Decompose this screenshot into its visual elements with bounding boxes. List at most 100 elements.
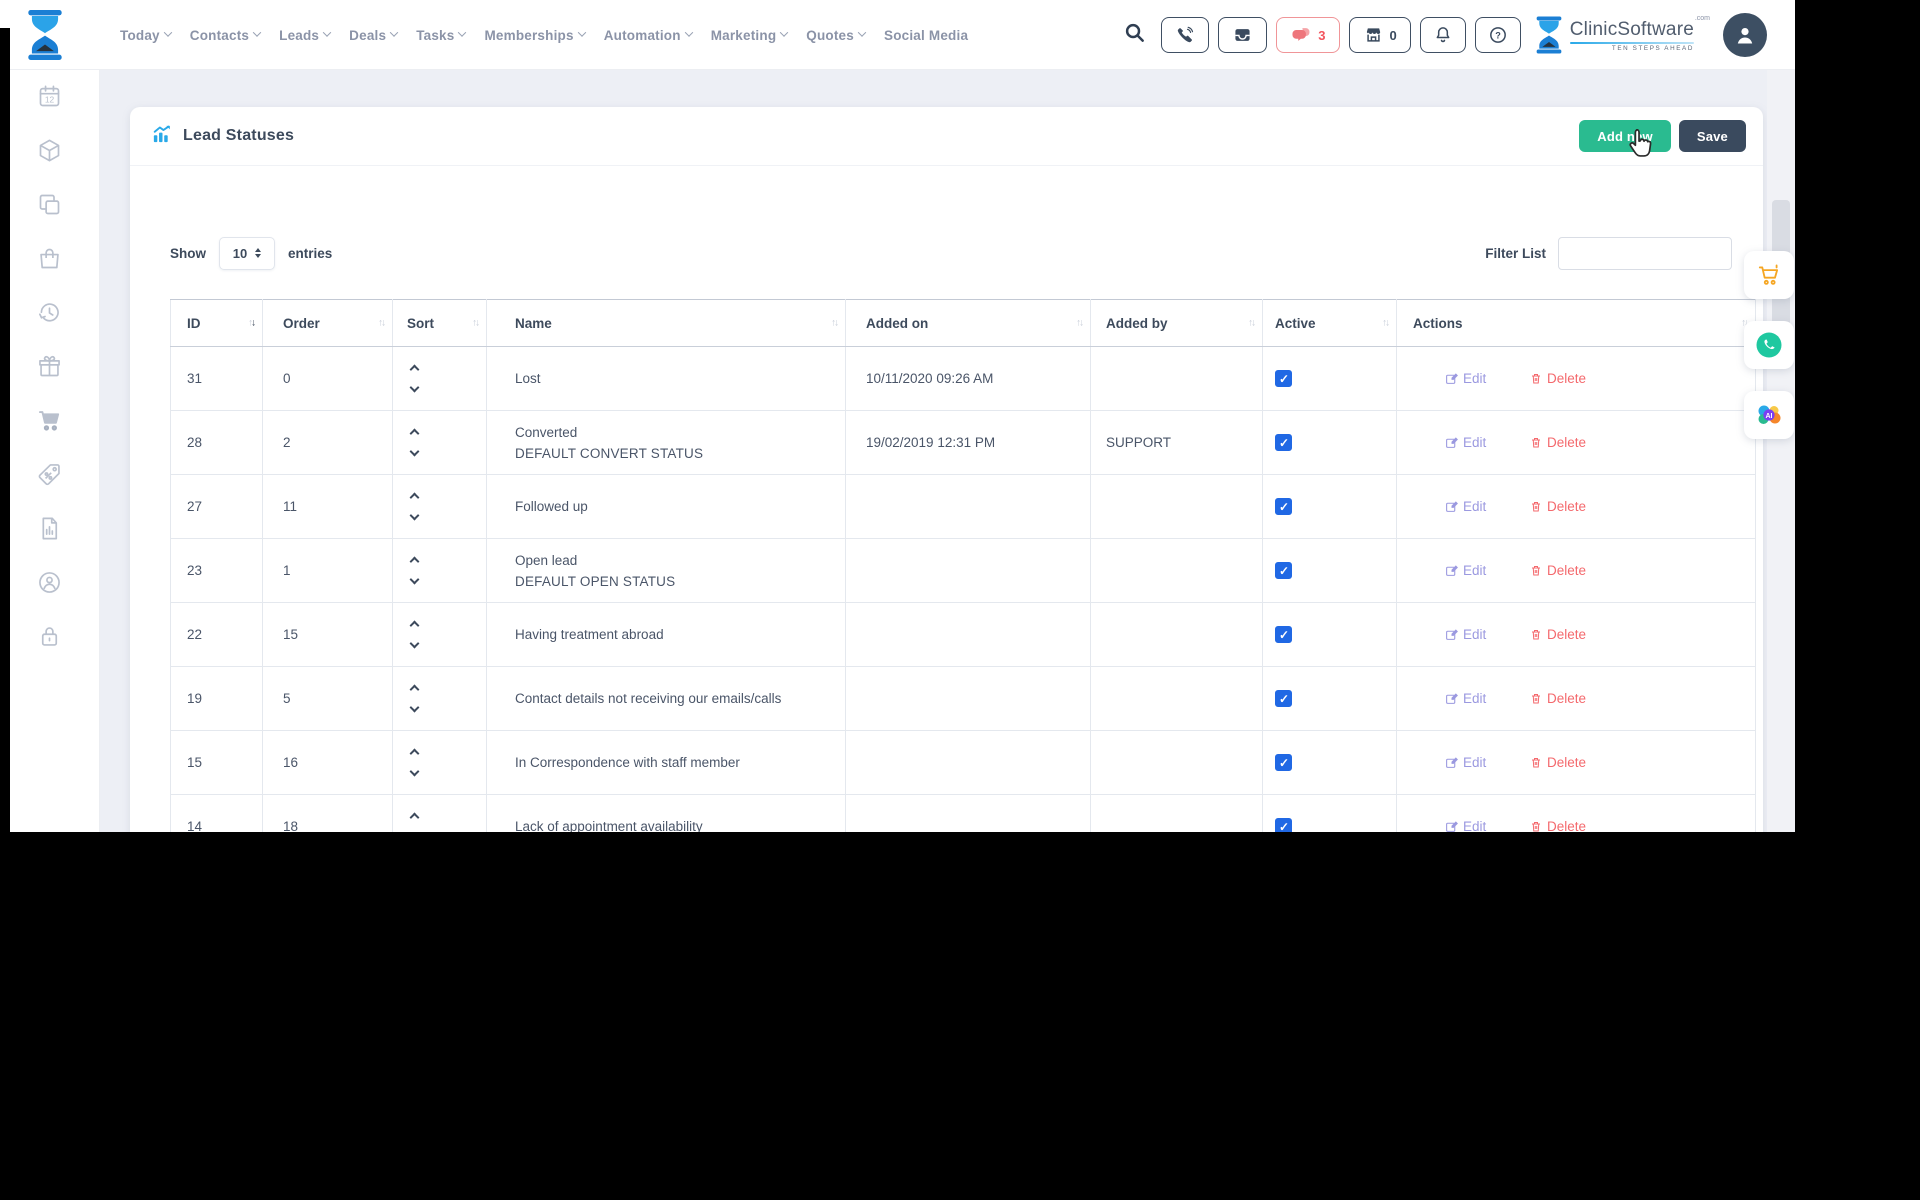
package-icon[interactable] <box>36 137 63 164</box>
search-icon[interactable] <box>1123 21 1146 49</box>
active-checkbox[interactable] <box>1275 434 1292 451</box>
nav-menu-item[interactable]: Deals <box>349 28 397 43</box>
filter-list-input[interactable] <box>1558 237 1732 270</box>
active-checkbox[interactable] <box>1275 626 1292 643</box>
copy-icon[interactable] <box>36 191 63 218</box>
edit-link[interactable]: Edit <box>1445 819 1498 832</box>
move-down-icon[interactable] <box>409 703 419 713</box>
gift-icon[interactable] <box>36 353 63 380</box>
bag-icon[interactable] <box>36 245 63 272</box>
move-down-icon[interactable] <box>409 767 419 777</box>
move-up-icon[interactable] <box>409 813 419 823</box>
user-avatar[interactable] <box>1723 13 1767 57</box>
nav-menu-item[interactable]: Memberships <box>484 28 584 43</box>
cell-sort <box>393 347 487 411</box>
nav-menu-item[interactable]: Tasks <box>416 28 465 43</box>
edit-link[interactable]: Edit <box>1445 755 1498 770</box>
ai-button[interactable]: AI <box>1744 391 1794 439</box>
move-up-icon[interactable] <box>409 749 419 759</box>
move-up-icon[interactable] <box>409 621 419 631</box>
active-checkbox[interactable] <box>1275 690 1292 707</box>
column-header[interactable]: Order ↑↓ <box>263 300 393 347</box>
move-down-icon[interactable] <box>409 831 419 832</box>
table-row: 15 16 In Correspondence with staff membe… <box>171 731 1756 795</box>
active-checkbox[interactable] <box>1275 754 1292 771</box>
edit-link[interactable]: Edit <box>1445 499 1498 514</box>
delete-link[interactable]: Delete <box>1530 755 1586 770</box>
nav-menu-item[interactable]: Contacts <box>190 28 260 43</box>
vertical-scrollbar[interactable] <box>1767 70 1795 832</box>
active-checkbox[interactable] <box>1275 498 1292 515</box>
nav-menu-item[interactable]: Today <box>120 28 171 43</box>
lock-icon[interactable] <box>36 623 63 650</box>
delete-link[interactable]: Delete <box>1530 371 1586 386</box>
edit-link[interactable]: Edit <box>1445 691 1498 706</box>
move-down-icon[interactable] <box>409 447 419 457</box>
active-checkbox[interactable] <box>1275 370 1292 387</box>
move-down-icon[interactable] <box>409 383 419 393</box>
delete-link[interactable]: Delete <box>1530 435 1586 450</box>
move-up-icon[interactable] <box>409 365 419 375</box>
phone-button[interactable] <box>1161 17 1209 53</box>
edit-link[interactable]: Edit <box>1445 563 1498 578</box>
entries-per-page-select[interactable]: 10 <box>219 237 275 270</box>
move-up-icon[interactable] <box>409 557 419 567</box>
status-name: In Correspondence with staff member <box>515 753 845 772</box>
move-down-icon[interactable] <box>409 575 419 585</box>
cell-added-by <box>1091 539 1263 603</box>
notifications-button[interactable] <box>1420 17 1466 53</box>
cell-sort <box>393 795 487 833</box>
edit-link[interactable]: Edit <box>1445 627 1498 642</box>
shop-cart-button[interactable] <box>1744 251 1794 299</box>
active-checkbox[interactable] <box>1275 818 1292 832</box>
messages-button[interactable]: 3 <box>1276 17 1339 53</box>
delete-link[interactable]: Delete <box>1530 627 1586 642</box>
edit-link[interactable]: Edit <box>1445 435 1498 450</box>
whatsapp-button[interactable] <box>1744 321 1794 369</box>
nav-menu-item[interactable]: Social Media <box>884 28 968 43</box>
help-button[interactable]: ? <box>1475 17 1521 53</box>
column-header[interactable]: Sort ↑↓ <box>393 300 487 347</box>
delete-link[interactable]: Delete <box>1530 691 1586 706</box>
move-down-icon[interactable] <box>409 511 419 521</box>
account-icon[interactable] <box>36 569 63 596</box>
brand-underline <box>1570 42 1694 44</box>
column-header[interactable]: Name ↑↓ <box>487 300 846 347</box>
add-new-button[interactable]: Add new <box>1579 120 1671 152</box>
report-icon[interactable] <box>36 515 63 542</box>
cart-icon[interactable] <box>36 407 63 434</box>
inbox-button[interactable] <box>1218 17 1267 53</box>
table-row: 22 15 Having treatment abroad <box>171 603 1756 667</box>
edit-link[interactable]: Edit <box>1445 371 1498 386</box>
svg-text:AI: AI <box>1766 413 1773 420</box>
save-button[interactable]: Save <box>1679 120 1746 152</box>
store-button[interactable]: 0 <box>1349 17 1411 53</box>
nav-menu-item[interactable]: Quotes <box>806 28 865 43</box>
clinicsoftware-logo[interactable]: .com ClinicSoftware TEN STEPS AHEAD <box>1534 16 1710 54</box>
history-icon[interactable] <box>36 299 63 326</box>
column-header[interactable]: Added on ↑↓ <box>846 300 1091 347</box>
active-checkbox[interactable] <box>1275 562 1292 579</box>
column-header[interactable]: Active ↑↓ <box>1263 300 1397 347</box>
move-up-icon[interactable] <box>409 685 419 695</box>
delete-link[interactable]: Delete <box>1530 563 1586 578</box>
column-header[interactable]: ID ↑↓ <box>171 300 263 347</box>
hourglass-logo-icon[interactable] <box>24 10 66 65</box>
column-header[interactable]: Actions ↑↓ <box>1397 300 1756 347</box>
nav-item-label: Automation <box>604 28 681 43</box>
nav-menu-item[interactable]: Leads <box>279 28 330 43</box>
column-header[interactable]: Added by ↑↓ <box>1091 300 1263 347</box>
delete-link[interactable]: Delete <box>1530 819 1586 832</box>
svg-text:12: 12 <box>45 95 55 105</box>
table-controls-row: Show 10 entries Filter List <box>130 231 1763 275</box>
nav-menu-item[interactable]: Marketing <box>711 28 788 43</box>
move-up-icon[interactable] <box>409 493 419 503</box>
move-up-icon[interactable] <box>409 429 419 439</box>
chevron-down-icon <box>458 28 466 36</box>
nav-menu-item[interactable]: Automation <box>604 28 692 43</box>
tag-icon[interactable] <box>36 461 63 488</box>
chevron-down-icon <box>780 28 788 36</box>
calendar-icon[interactable]: 12 <box>36 83 63 110</box>
move-down-icon[interactable] <box>409 639 419 649</box>
delete-link[interactable]: Delete <box>1530 499 1586 514</box>
